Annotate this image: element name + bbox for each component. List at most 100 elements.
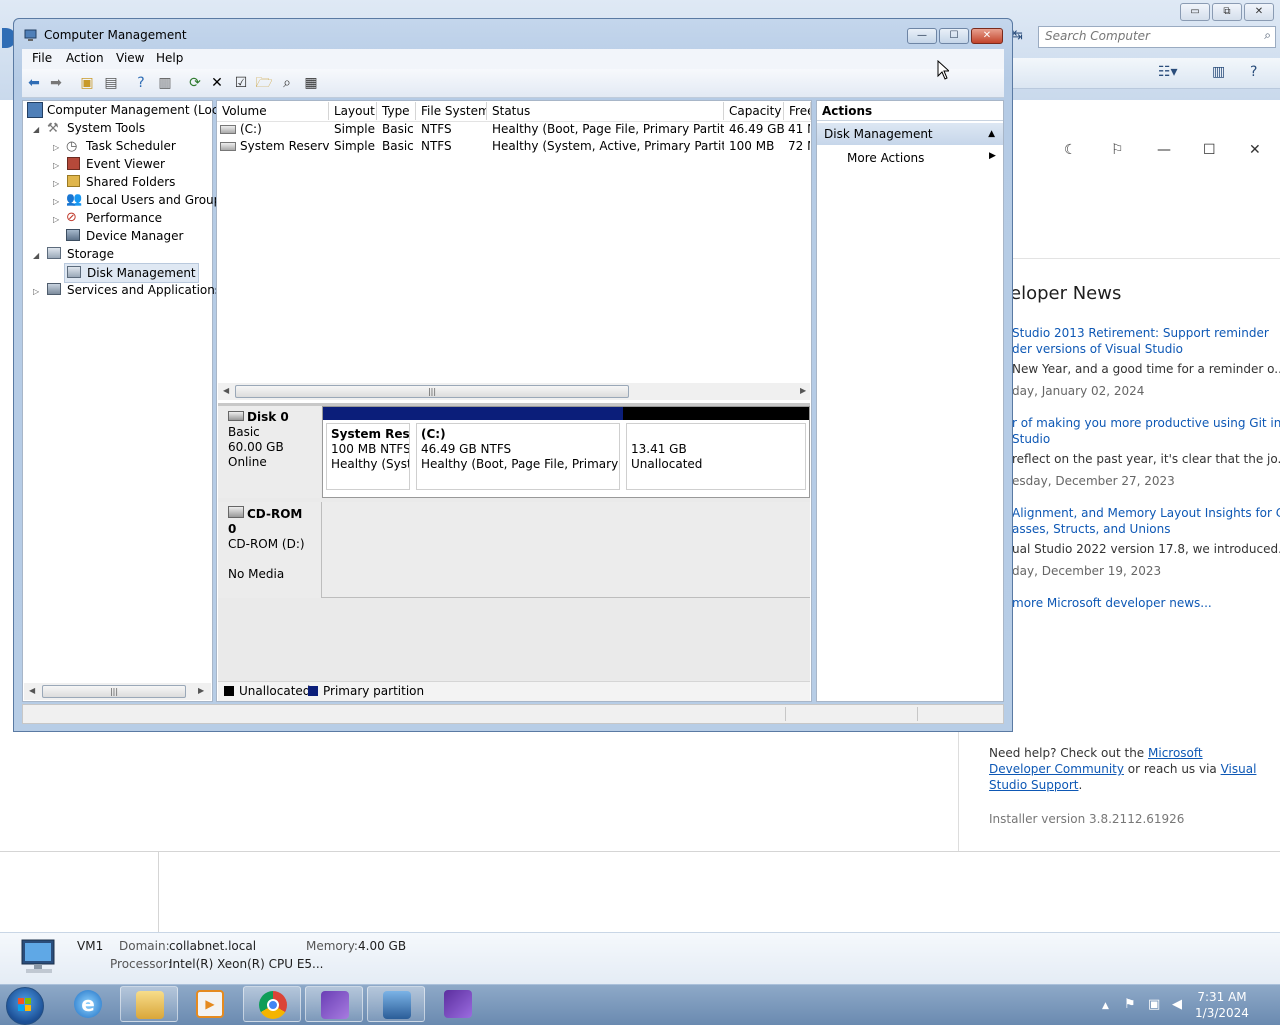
actions-section-disk-management[interactable]: Disk Management ▲	[817, 123, 1003, 145]
forward-arrow-icon[interactable]: ➡	[47, 74, 65, 92]
news-link[interactable]: asses, Structs, and Unions	[1012, 522, 1170, 536]
taskbar-computer-management[interactable]	[367, 986, 425, 1022]
up-folder-icon[interactable]: ▣	[78, 74, 96, 92]
tree-item-disk-management[interactable]: Disk Management	[64, 263, 199, 283]
taskbar-visual-studio[interactable]	[429, 986, 487, 1022]
search-icon[interactable]: ⌕	[1264, 28, 1271, 43]
collapse-arrow-icon[interactable]: ◢	[33, 251, 39, 260]
tree-item-event-viewer[interactable]: Event Viewer	[66, 155, 165, 173]
tree-item-shared-folders[interactable]: Shared Folders	[66, 173, 175, 191]
menu-action[interactable]: Action	[66, 51, 104, 65]
show-hidden-icons[interactable]: ▲	[1102, 1001, 1109, 1011]
column-header-layout[interactable]: Layout	[329, 102, 377, 120]
tree-item-services[interactable]: Services and Applications	[47, 281, 221, 299]
column-header-capacity[interactable]: Capacity	[724, 102, 784, 120]
close-icon[interactable]: ✕	[1249, 142, 1261, 158]
news-link[interactable]: der versions of Visual Studio	[1012, 342, 1183, 356]
title-bar[interactable]: Computer Management — ☐ ✕	[14, 19, 1012, 49]
tree-item-system-tools[interactable]: ⚒ System Tools	[47, 119, 145, 137]
table-row[interactable]: (C:)	[220, 121, 329, 138]
tree-item-local-users[interactable]: 👥 Local Users and Groups	[66, 191, 228, 209]
scroll-thumb[interactable]: |||	[235, 385, 629, 398]
properties-icon[interactable]: ☑	[232, 74, 250, 92]
maximize-button[interactable]: ☐	[939, 28, 969, 44]
help-icon[interactable]: ?	[1250, 64, 1257, 80]
scroll-right-icon[interactable]: ▶	[198, 686, 204, 695]
tree-item-storage[interactable]: Storage	[47, 245, 114, 263]
scroll-left-icon[interactable]: ◀	[223, 386, 229, 395]
menu-help[interactable]: Help	[156, 51, 183, 65]
expand-arrow-icon[interactable]: ▷	[53, 143, 59, 152]
minimize-button[interactable]: ▭	[1180, 3, 1210, 21]
preview-pane-icon[interactable]: ▥	[1212, 64, 1225, 80]
search-icon[interactable]: ⌕	[278, 74, 296, 92]
minimize-button[interactable]: —	[907, 28, 937, 44]
taskbar-explorer[interactable]	[120, 986, 178, 1022]
news-link[interactable]: Studio 2013 Retirement: Support reminder	[1012, 326, 1269, 340]
table-row[interactable]: System Reserved	[220, 138, 329, 155]
action-center-icon[interactable]: ⚑	[1124, 997, 1136, 1012]
computer-management-icon	[27, 102, 43, 118]
show-hide-tree-icon[interactable]: ▤	[102, 74, 120, 92]
clock-date[interactable]: 1/3/2024	[1192, 1006, 1252, 1020]
column-header-file-system[interactable]: File System	[416, 102, 487, 120]
taskbar-vs-installer[interactable]	[305, 986, 363, 1022]
menu-view[interactable]: View	[116, 51, 144, 65]
column-header-volume[interactable]: Volume	[217, 102, 329, 120]
close-button[interactable]: ✕	[1244, 3, 1274, 21]
tree-item-device-manager[interactable]: Device Manager	[66, 227, 183, 245]
open-folder-icon[interactable]: 🗁	[255, 74, 273, 92]
network-icon[interactable]: ▣	[1148, 997, 1160, 1012]
tree-item-performance[interactable]: ⊘ Performance	[66, 209, 162, 227]
expand-arrow-icon[interactable]: ▷	[33, 287, 39, 296]
taskbar-internet-explorer[interactable]: e	[59, 986, 117, 1022]
delete-icon[interactable]: ✕	[208, 74, 226, 92]
refresh-icon[interactable]: ⟳	[186, 74, 204, 92]
news-link[interactable]: r of making you more productive using Gi…	[1012, 416, 1280, 430]
grid-icon[interactable]: ▦	[302, 74, 320, 92]
expand-arrow-icon[interactable]: ▷	[53, 161, 59, 170]
close-button[interactable]: ✕	[971, 28, 1003, 44]
search-computer-input[interactable]: Search Computer ⌕	[1038, 26, 1276, 48]
taskbar-media-player[interactable]: ▶	[181, 986, 239, 1022]
tree-item-task-scheduler[interactable]: ◷ Task Scheduler	[66, 137, 176, 155]
expand-arrow-icon[interactable]: ▷	[53, 215, 59, 224]
taskbar-chrome[interactable]	[243, 986, 301, 1022]
partition-system-reserved[interactable]: System Reser 100 MB NTFS Healthy (Syste	[323, 407, 413, 493]
restore-button[interactable]: ⧉	[1212, 3, 1242, 21]
help-icon[interactable]: ?	[132, 74, 150, 92]
partition-c[interactable]: (C:) 46.49 GB NTFS Healthy (Boot, Page F…	[413, 407, 623, 493]
clock-time[interactable]: 7:31 AM	[1192, 990, 1252, 1004]
minimize-icon[interactable]: —	[1157, 142, 1171, 158]
collapse-arrow-icon[interactable]: ◢	[33, 125, 39, 134]
scroll-thumb[interactable]: |||	[42, 685, 186, 698]
more-news-link[interactable]: more Microsoft developer news...	[1012, 596, 1212, 610]
show-hide-action-pane-icon[interactable]: ▥	[156, 74, 174, 92]
more-actions[interactable]: More Actions	[847, 151, 924, 165]
volume-icon[interactable]: ◀	[1172, 997, 1182, 1012]
expand-arrow-icon[interactable]: ▷	[53, 179, 59, 188]
tree-horizontal-scrollbar[interactable]: ◀ ||| ▶	[24, 683, 211, 700]
feedback-icon[interactable]: ⚐	[1111, 142, 1124, 158]
news-link[interactable]: Alignment, and Memory Layout Insights fo…	[1012, 506, 1280, 520]
cdrom-0-label[interactable]: CD-ROM 0 CD-ROM (D:) No Media	[218, 502, 321, 598]
collapse-arrow-icon[interactable]: ▲	[988, 123, 995, 145]
back-arrow-icon[interactable]: ⬅	[25, 74, 43, 92]
expand-arrow-icon[interactable]: ▷	[53, 197, 59, 206]
column-header-status[interactable]: Status	[487, 102, 724, 120]
maximize-icon[interactable]: ☐	[1203, 142, 1216, 158]
volume-name: System Reserved	[240, 139, 329, 153]
column-header-free[interactable]: Free	[784, 102, 811, 120]
tree-root[interactable]: Computer Management (Local	[27, 101, 229, 119]
partition-unallocated[interactable]: 13.41 GB Unallocated	[623, 407, 809, 493]
view-options-icon[interactable]: ☷▾	[1158, 64, 1178, 80]
menu-file[interactable]: File	[32, 51, 52, 65]
theme-icon[interactable]: ☾	[1064, 142, 1077, 158]
scroll-right-icon[interactable]: ▶	[800, 386, 806, 395]
news-link[interactable]: Studio	[1012, 432, 1050, 446]
column-header-type[interactable]: Type	[377, 102, 416, 120]
refresh-icon[interactable]: ↹	[1012, 28, 1030, 46]
disk-0-label[interactable]: Disk 0 Basic 60.00 GB Online	[218, 406, 321, 498]
volume-list-horizontal-scrollbar[interactable]: ◀ ||| ▶	[218, 383, 810, 400]
scroll-left-icon[interactable]: ◀	[29, 686, 35, 695]
